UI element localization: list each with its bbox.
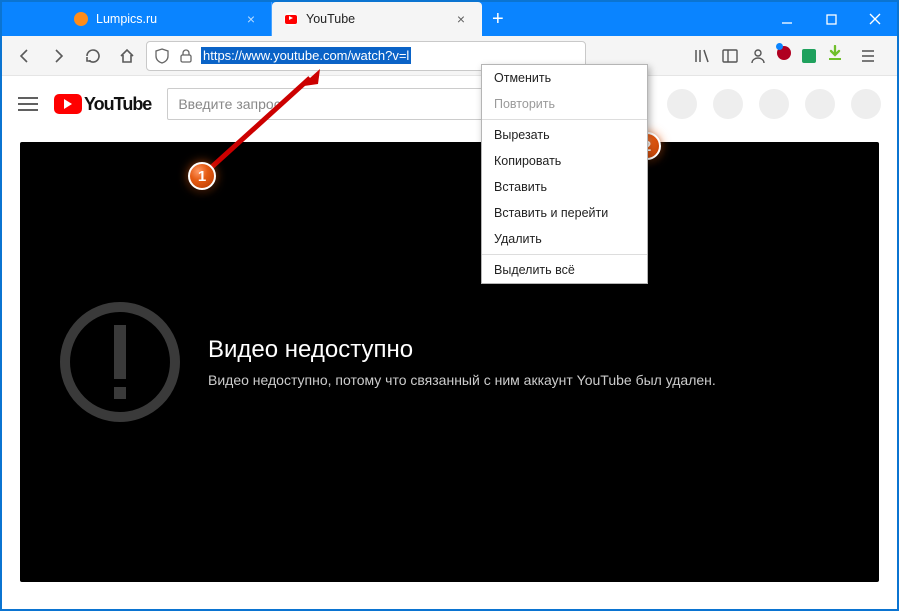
- close-icon[interactable]: ×: [453, 11, 469, 27]
- window-close-button[interactable]: [853, 2, 897, 36]
- account-icon[interactable]: [749, 47, 767, 65]
- tab-strip: Lumpics.ru × YouTube × +: [2, 2, 765, 36]
- favicon-lumpics: [74, 12, 88, 26]
- header-skeleton: [667, 89, 881, 119]
- menu-copy[interactable]: Копировать: [482, 148, 647, 174]
- menu-paste-go[interactable]: Вставить и перейти: [482, 200, 647, 226]
- video-error-message: Видео недоступно, потому что связанный с…: [208, 372, 716, 388]
- sidebar-icon[interactable]: [721, 47, 739, 65]
- skeleton-circle: [805, 89, 835, 119]
- minimize-button[interactable]: [765, 2, 809, 36]
- home-button[interactable]: [112, 41, 142, 71]
- menu-cut[interactable]: Вырезать: [482, 122, 647, 148]
- close-icon[interactable]: ×: [243, 11, 259, 27]
- browser-window: Lumpics.ru × YouTube × +: [0, 0, 899, 611]
- window-controls: [765, 2, 897, 36]
- extension-download-icon[interactable]: [827, 45, 843, 66]
- menu-undo[interactable]: Отменить: [482, 65, 647, 91]
- url-selected-text: https://www.youtube.com/watch?v=l: [201, 47, 411, 64]
- skeleton-circle: [759, 89, 789, 119]
- tab-lumpics[interactable]: Lumpics.ru ×: [62, 2, 272, 36]
- new-tab-button[interactable]: +: [482, 2, 514, 36]
- hamburger-icon[interactable]: [18, 97, 38, 111]
- video-player-area: Видео недоступно Видео недоступно, потом…: [20, 142, 879, 582]
- error-exclamation-icon: [60, 302, 180, 422]
- skeleton-circle: [667, 89, 697, 119]
- extension-ublock-icon[interactable]: [777, 46, 791, 65]
- menu-select-all[interactable]: Выделить всё: [482, 257, 647, 283]
- forward-button[interactable]: [44, 41, 74, 71]
- youtube-brand-text: YouTube: [84, 94, 151, 115]
- toolbar-right: [693, 41, 889, 71]
- library-icon[interactable]: [693, 47, 711, 65]
- menu-separator: [482, 119, 647, 120]
- back-button[interactable]: [10, 41, 40, 71]
- shield-icon: [153, 47, 171, 65]
- menu-separator: [482, 254, 647, 255]
- lock-icon: [177, 47, 195, 65]
- titlebar: Lumpics.ru × YouTube × +: [2, 2, 897, 36]
- extension-translate-icon[interactable]: [801, 48, 817, 64]
- tab-label: YouTube: [306, 12, 355, 26]
- favicon-youtube: [284, 12, 298, 26]
- video-error-title: Видео недоступно: [208, 336, 716, 364]
- skeleton-circle: [713, 89, 743, 119]
- app-menu-button[interactable]: [853, 41, 883, 71]
- callout-badge-1: 1: [188, 162, 216, 190]
- youtube-header: YouTube Введите запрос: [2, 76, 897, 132]
- youtube-logo[interactable]: YouTube: [54, 94, 151, 115]
- skeleton-circle: [851, 89, 881, 119]
- video-error-text: Видео недоступно Видео недоступно, потом…: [208, 336, 716, 388]
- maximize-button[interactable]: [809, 2, 853, 36]
- tab-youtube[interactable]: YouTube ×: [272, 2, 482, 36]
- tab-label: Lumpics.ru: [96, 12, 157, 26]
- menu-paste[interactable]: Вставить: [482, 174, 647, 200]
- menu-redo: Повторить: [482, 91, 647, 117]
- reload-button[interactable]: [78, 41, 108, 71]
- callout-arrow: [192, 64, 332, 184]
- addressbar-context-menu: Отменить Повторить Вырезать Копировать В…: [481, 64, 648, 284]
- browser-toolbar: https://www.youtube.com/watch?v=l: [2, 36, 897, 76]
- youtube-play-icon: [54, 94, 82, 114]
- menu-delete[interactable]: Удалить: [482, 226, 647, 252]
